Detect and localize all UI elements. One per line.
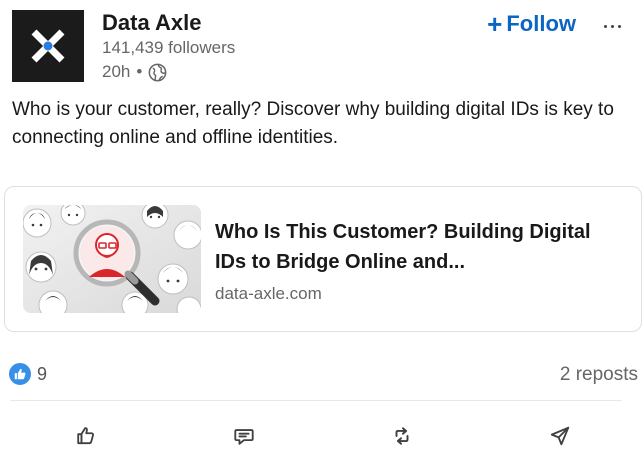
article-card[interactable]: Who Is This Customer? Building Digital I… [4, 186, 642, 332]
data-axle-x-logo-icon [31, 29, 65, 63]
comment-icon[interactable] [224, 418, 264, 454]
post-header: Data Axle 141,439 followers 20h • + Foll… [12, 10, 632, 84]
reaction-count: 9 [37, 363, 48, 384]
follow-plus: + [487, 9, 503, 39]
reactions-summary[interactable]: 9 [8, 362, 47, 386]
post-meta: 20h • [102, 61, 235, 83]
article-title[interactable]: Who Is This Customer? Building Digital I… [215, 217, 625, 277]
article-thumbnail[interactable] [23, 205, 201, 313]
follow-label: Follow [506, 11, 576, 36]
actor-info: Data Axle 141,439 followers 20h • [102, 10, 235, 83]
post-commentary: Who is your customer, really? Discover w… [12, 99, 614, 148]
repost-icon[interactable] [382, 418, 422, 454]
social-counts: 9 2 reposts [8, 362, 638, 390]
globe-icon [148, 63, 167, 82]
more-options-icon[interactable] [592, 14, 632, 38]
company-name[interactable]: Data Axle [102, 10, 235, 36]
actions-divider [10, 400, 622, 401]
like-reaction-icon [8, 362, 32, 386]
follower-count: 141,439 followers [102, 38, 236, 57]
like-thumb-icon[interactable] [66, 418, 106, 454]
action-bar [0, 414, 644, 458]
reposts-count[interactable]: 2 reposts [560, 364, 638, 386]
meta-separator: • [136, 62, 143, 81]
article-domain: data-axle.com [215, 284, 322, 303]
send-icon[interactable] [540, 418, 580, 454]
post-time: 20h [102, 62, 131, 81]
follow-button[interactable]: + Follow [487, 10, 576, 38]
company-logo[interactable] [12, 10, 84, 82]
magnifier-over-faces-image-icon [23, 205, 201, 313]
